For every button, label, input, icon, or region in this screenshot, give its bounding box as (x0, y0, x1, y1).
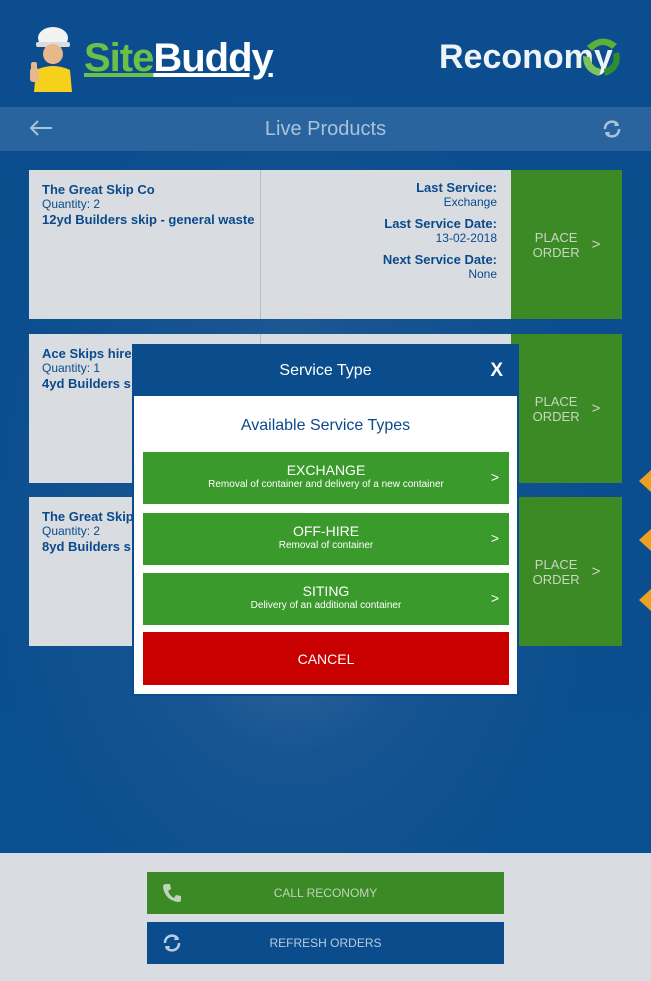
siting-option-button[interactable]: SITING Delivery of an additional contain… (143, 573, 509, 625)
off-hire-option-button[interactable]: OFF-HIRE Removal of container > (143, 513, 509, 565)
service-info: Last Service: Exchange Last Service Date… (262, 170, 511, 319)
phone-icon (163, 884, 181, 902)
quantity: Quantity: 2 (42, 197, 101, 211)
back-button[interactable] (28, 117, 54, 141)
close-button[interactable]: X (490, 360, 503, 382)
refresh-orders-button[interactable]: REFRESH ORDERS (147, 922, 504, 964)
chevron-right-icon: > (490, 530, 499, 546)
refresh-icon (603, 120, 621, 138)
company-name: The Great Skip Co (42, 182, 155, 197)
call-reconomy-label: CALL RECONOMY (273, 886, 378, 900)
last-service-date-value: 13-02-2018 (435, 231, 497, 245)
last-service-value: Exchange (443, 195, 497, 209)
chevron-right-icon: > (591, 236, 601, 253)
product-card: The Great Skip Co Quantity: 2 12yd Build… (29, 170, 622, 319)
cancel-button[interactable]: CANCEL (143, 632, 509, 685)
side-marker-icon (639, 589, 651, 611)
page-title: Live Products (264, 117, 387, 140)
last-service-date-label: Last Service Date: (384, 216, 497, 231)
dialog-title: Service Type (279, 362, 372, 379)
chevron-right-icon: > (490, 590, 499, 606)
refresh-button[interactable] (601, 118, 623, 140)
recycle-icon (583, 38, 620, 76)
product-name: 12yd Builders skip - general waste (42, 212, 255, 227)
place-order-button[interactable]: PLACE ORDER > (511, 170, 622, 319)
next-service-date-label: Next Service Date: (382, 252, 497, 267)
arrow-left-icon (29, 120, 52, 136)
place-order-button[interactable]: PLACE ORDER > (511, 334, 622, 483)
refresh-orders-label: REFRESH ORDERS (269, 936, 382, 950)
chevron-right-icon: > (591, 563, 601, 580)
product-info: The Great Skip Co Quantity: 2 12yd Build… (29, 170, 261, 319)
dialog-subtitle: Available Service Types (240, 417, 411, 434)
worker-icon (30, 27, 72, 92)
exchange-option-button[interactable]: EXCHANGE Removal of container and delive… (143, 452, 509, 504)
chevron-right-icon: > (591, 400, 601, 417)
footer-bar: CALL RECONOMY REFRESH ORDERS (0, 853, 651, 981)
reconomy-logo: Reconomy (435, 30, 625, 86)
call-reconomy-button[interactable]: CALL RECONOMY (147, 872, 504, 914)
side-marker-icon (639, 470, 651, 492)
next-service-date-value: None (468, 267, 497, 281)
sitebuddy-logo: SiteBuddy (28, 22, 274, 92)
page-title-bar: Live Products (0, 107, 651, 151)
app-header: SiteBuddy Reconomy (0, 0, 651, 107)
side-marker-icon (639, 529, 651, 551)
refresh-icon (163, 934, 181, 952)
chevron-right-icon: > (490, 469, 499, 485)
service-type-dialog: Service Type X Available Service Types E… (132, 344, 519, 696)
sitebuddy-wordmark: SiteBuddy (84, 36, 274, 80)
dialog-header: Service Type X (134, 346, 517, 396)
last-service-label: Last Service: (416, 180, 497, 195)
place-order-button[interactable]: PLACE ORDER > (511, 497, 622, 646)
